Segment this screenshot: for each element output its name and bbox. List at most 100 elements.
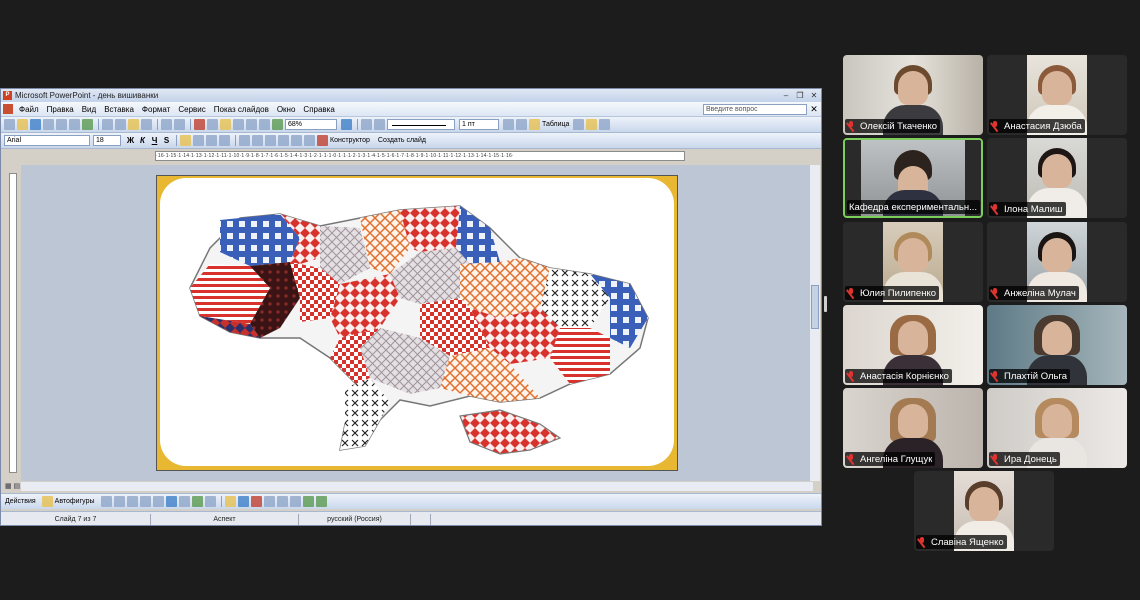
underline-button[interactable]: Ч [149, 136, 160, 145]
help-icon[interactable] [341, 119, 352, 130]
table-menu[interactable]: Таблица [542, 121, 569, 128]
clipart-icon[interactable] [191, 496, 203, 507]
fill-icon[interactable] [529, 119, 540, 130]
align-left-icon[interactable] [180, 135, 191, 146]
document-close-icon[interactable]: ✕ [807, 104, 821, 115]
participant-tile[interactable]: Ілона Малиш [987, 138, 1127, 218]
select-pointer-icon[interactable] [41, 496, 53, 507]
menu-insert[interactable]: Вставка [104, 105, 134, 114]
text-color-icon[interactable] [250, 496, 262, 507]
menu-tools[interactable]: Сервис [178, 105, 205, 114]
font-grow-icon[interactable] [265, 135, 276, 146]
arrow-icon[interactable] [113, 496, 125, 507]
comment-icon[interactable] [374, 119, 385, 130]
oval-icon[interactable] [139, 496, 151, 507]
bold-button[interactable]: Ж [125, 136, 136, 145]
image-icon[interactable] [204, 496, 216, 507]
participant-tile[interactable]: Славіна Ященко [914, 471, 1054, 551]
cell-icon[interactable] [573, 119, 585, 130]
save-icon[interactable] [30, 119, 41, 130]
justify-icon[interactable] [219, 135, 230, 146]
copy-icon[interactable] [115, 119, 126, 130]
print-icon[interactable] [56, 119, 67, 130]
undo-icon[interactable] [161, 119, 172, 130]
dash-style-icon[interactable] [276, 496, 288, 507]
participant-tile[interactable]: Плахтій Ольга [987, 305, 1127, 385]
align-center-icon[interactable] [193, 135, 204, 146]
zoom-select[interactable]: 68% [285, 119, 337, 130]
rectangle-icon[interactable] [126, 496, 138, 507]
numbering-icon[interactable] [239, 135, 250, 146]
font-shrink-icon[interactable] [278, 135, 289, 146]
fill-color-icon[interactable] [224, 496, 236, 507]
participant-tile[interactable]: Анастасія Корнієнко [843, 305, 983, 385]
line-style-select[interactable] [387, 119, 455, 130]
vertical-scrollbar[interactable] [810, 165, 820, 481]
table-icon[interactable] [207, 119, 218, 130]
line-weight-select[interactable]: 1 пт [459, 119, 499, 130]
menu-format[interactable]: Формат [142, 105, 170, 114]
active-speaker-tile[interactable]: Кафедра експериментальн... [843, 138, 983, 218]
embroidered-ukraine-map[interactable] [170, 188, 670, 464]
participant-tile[interactable]: Анжеліна Мулач [987, 222, 1127, 302]
new-slide-button[interactable]: Создать слайд [378, 137, 426, 144]
expand-icon[interactable] [246, 119, 257, 130]
chart-icon[interactable] [194, 119, 205, 130]
align-icon[interactable] [586, 119, 598, 130]
diagram-icon[interactable] [178, 496, 190, 507]
participant-tile[interactable]: Юлия Пилипенко [843, 222, 983, 302]
spelling-icon[interactable] [82, 119, 93, 130]
font-name-select[interactable]: Arial [4, 135, 90, 146]
open-icon[interactable] [17, 119, 28, 130]
permission-icon[interactable] [43, 119, 54, 130]
outdent-icon[interactable] [304, 135, 315, 146]
indent-icon[interactable] [291, 135, 302, 146]
font-color-icon[interactable] [317, 135, 328, 146]
menu-slideshow[interactable]: Показ слайдов [214, 105, 269, 114]
3d-icon[interactable] [315, 496, 327, 507]
maximize-icon[interactable]: ❐ [793, 91, 807, 100]
border-icon[interactable] [516, 119, 527, 130]
textbox-tool-icon[interactable] [152, 496, 164, 507]
designer-button[interactable]: Конструктор [330, 137, 370, 144]
menu-window[interactable]: Окно [277, 105, 296, 114]
cut-icon[interactable] [102, 119, 113, 130]
line-icon[interactable] [100, 496, 112, 507]
shadow-icon[interactable] [302, 496, 314, 507]
new-icon[interactable] [4, 119, 15, 130]
paste-icon[interactable] [128, 119, 139, 130]
actions-menu[interactable]: Действия [5, 498, 36, 505]
shadow-button[interactable]: S [161, 136, 172, 145]
horizontal-scrollbar[interactable] [21, 482, 813, 491]
wordart-icon[interactable] [165, 496, 177, 507]
slide[interactable] [156, 175, 678, 471]
arrow-style-icon[interactable] [289, 496, 301, 507]
hyperlink-icon[interactable] [233, 119, 244, 130]
autoshapes-menu[interactable]: Автофигуры [55, 498, 95, 505]
panel-resize-handle[interactable] [824, 296, 827, 312]
picture-icon[interactable] [220, 119, 231, 130]
format-painter-icon[interactable] [141, 119, 152, 130]
align-right-icon[interactable] [206, 135, 217, 146]
minimize-icon[interactable]: – [779, 91, 793, 100]
participant-tile[interactable]: Анастасия Дзюба [987, 55, 1127, 135]
close-icon[interactable]: ✕ [807, 91, 821, 100]
participant-tile[interactable]: Ангеліна Глущук [843, 388, 983, 468]
participant-tile[interactable]: Олексій Ткаченко [843, 55, 983, 135]
help-question-input[interactable]: Введите вопрос [703, 103, 807, 115]
menu-help[interactable]: Справка [303, 105, 334, 114]
scroll-thumb[interactable] [811, 285, 819, 329]
italic-button[interactable]: К [137, 136, 148, 145]
menu-edit[interactable]: Правка [47, 105, 74, 114]
preview-icon[interactable] [69, 119, 80, 130]
redo-icon[interactable] [174, 119, 185, 130]
font-size-select[interactable]: 18 [93, 135, 121, 146]
pen-icon[interactable] [503, 119, 514, 130]
menu-view[interactable]: Вид [82, 105, 96, 114]
color-icon[interactable] [272, 119, 283, 130]
line-color-icon[interactable] [237, 496, 249, 507]
line-style-icon[interactable] [263, 496, 275, 507]
distribute-icon[interactable] [599, 119, 611, 130]
menu-file[interactable]: Файл [19, 105, 39, 114]
participant-tile[interactable]: Ира Донець [987, 388, 1127, 468]
